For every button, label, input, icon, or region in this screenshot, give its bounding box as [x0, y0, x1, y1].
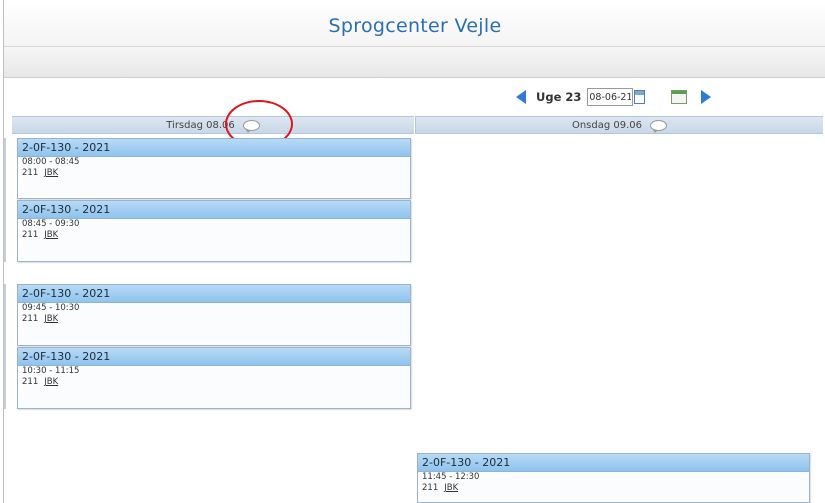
- schedule-icon[interactable]: [671, 90, 688, 104]
- toolbar: [4, 47, 825, 78]
- teacher-link[interactable]: JBK: [44, 230, 58, 240]
- lesson-room: 211: [22, 377, 39, 387]
- lesson-card[interactable]: 2-0F-130 - 2021 09:45 - 10:30 211 JBK: [17, 284, 411, 346]
- day-header-tuesday: Tirsdag 08.06: [12, 116, 414, 134]
- lesson-room-line: 211 JBK: [18, 230, 410, 241]
- lesson-room: 211: [422, 483, 439, 493]
- lesson-room-line: 211 JBK: [18, 314, 410, 325]
- title-bar: Sprogcenter Vejle: [4, 0, 825, 47]
- lesson-card[interactable]: 2-0F-130 - 2021 08:00 - 08:45 211 JBK: [17, 138, 411, 199]
- lesson-room: 211: [22, 230, 39, 240]
- lesson-time: 10:30 - 11:15: [22, 366, 80, 376]
- lesson-room-line: 211 JBK: [18, 168, 410, 179]
- lesson-card[interactable]: 2-0F-130 - 2021 10:30 - 11:15 211 JBK: [17, 347, 411, 409]
- comment-icon[interactable]: [650, 119, 668, 133]
- arrow-right-icon[interactable]: [701, 90, 712, 104]
- teacher-link[interactable]: JBK: [44, 377, 58, 387]
- day-label: Onsdag 09.06: [571, 119, 643, 131]
- lesson-time: 11:45 - 12:30: [422, 472, 480, 482]
- lesson-time: 08:00 - 08:45: [22, 157, 80, 167]
- column-marker: [4, 284, 6, 409]
- teacher-link[interactable]: JBK: [44, 168, 58, 178]
- lesson-room-line: 211 JBK: [418, 483, 809, 494]
- teacher-link[interactable]: JBK: [44, 314, 58, 324]
- column-marker: [4, 138, 6, 262]
- calendar-icon[interactable]: [634, 90, 646, 104]
- lesson-card[interactable]: 2-0F-130 - 2021 08:45 - 09:30 211 JBK: [17, 200, 411, 262]
- lesson-title: 2-0F-130 - 2021: [18, 139, 410, 157]
- lesson-time: 08:45 - 09:30: [22, 219, 80, 229]
- lesson-title: 2-0F-130 - 2021: [18, 201, 410, 219]
- lesson-title: 2-0F-130 - 2021: [18, 285, 410, 303]
- lesson-title: 2-0F-130 - 2021: [418, 454, 809, 472]
- lesson-card[interactable]: 2-0F-130 - 2021 11:45 - 12:30 211 JBK: [417, 453, 810, 503]
- date-input[interactable]: [587, 88, 634, 106]
- teacher-link[interactable]: JBK: [444, 483, 458, 493]
- lesson-title: 2-0F-130 - 2021: [18, 348, 410, 366]
- lesson-time: 09:45 - 10:30: [22, 303, 80, 313]
- lesson-room-line: 211 JBK: [18, 377, 410, 388]
- week-navigation: Uge 23: [516, 86, 712, 108]
- arrow-left-icon[interactable]: [516, 90, 526, 104]
- lesson-room: 211: [22, 314, 39, 324]
- week-label: Uge 23: [536, 90, 582, 104]
- lesson-room: 211: [22, 168, 39, 178]
- page-title: Sprogcenter Vejle: [328, 15, 502, 37]
- day-header-wednesday: Onsdag 09.06: [415, 116, 823, 134]
